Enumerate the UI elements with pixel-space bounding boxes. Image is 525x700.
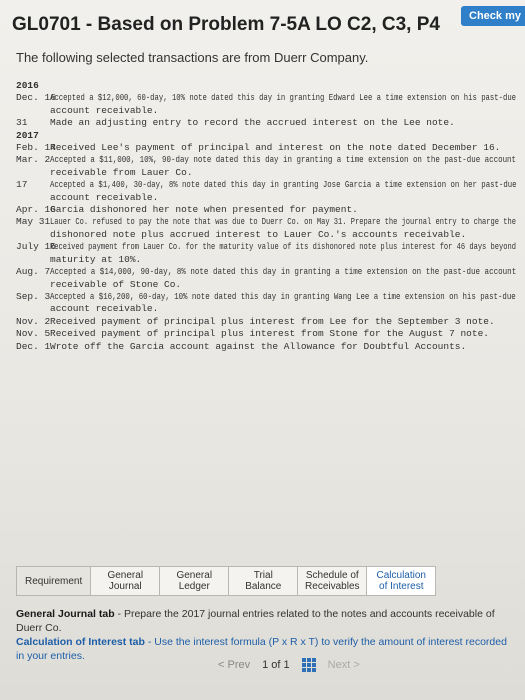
requirement-tabs: Requirement General Journal General Ledger… (16, 566, 437, 596)
pagination: < Prev 1 of 1 Next > (218, 658, 360, 672)
transaction-date: 2016 (16, 80, 39, 91)
transaction-row: receivable from Lauer Co. (16, 167, 516, 179)
intro-text: The following selected transactions are … (16, 50, 369, 65)
transaction-date (16, 279, 50, 291)
transaction-text: Accepted a $14,000, 90-day, 8% note date… (50, 266, 517, 278)
transaction-text: Made an adjusting entry to record the ac… (50, 117, 455, 129)
grid-icon[interactable] (301, 658, 316, 672)
instruction-journal: General Journal tab - Prepare the 2017 j… (16, 608, 495, 634)
assignment-sheet: Check my GL0701 - Based on Problem 7-5A … (0, 0, 525, 700)
transaction-row: Aug. 7 Accepted a $14,000, 90-day, 8% not… (16, 266, 516, 278)
transaction-date (16, 303, 50, 315)
transaction-date: July 16 (16, 241, 56, 253)
year-heading: 2016 (16, 80, 516, 92)
transaction-row: 17 Accepted a $1,400, 30-day, 8% note dat… (16, 179, 517, 191)
transaction-date: Apr. 16 (16, 204, 56, 216)
transaction-row: Dec. 16 Accepted a $12,000, 60-day, 10% n… (16, 92, 516, 104)
tab-schedule-of-receivables[interactable]: Schedule of Receivables (298, 567, 368, 595)
tab-general-journal[interactable]: General Journal (91, 567, 161, 595)
transaction-row: dishonored note plus accrued interest to… (16, 229, 516, 241)
transaction-row: 31 Made an adjusting entry to record the … (16, 117, 516, 129)
transaction-text: Accepted a $16,200, 60-day, 10% note dat… (50, 290, 516, 302)
transaction-row: Nov. 5 Received payment of principal plus… (16, 328, 516, 340)
transaction-text: Received payment of principal plus inter… (50, 328, 489, 340)
page-indicator: 1 of 1 (262, 659, 290, 671)
transaction-list: 2016 Dec. 16 Accepted a $12,000, 60-day, 1… (16, 80, 517, 353)
transaction-text: receivable of Stone Co. (50, 278, 182, 290)
transaction-text: Received Lee's payment of principal and … (50, 142, 501, 154)
transaction-row: May 31 Lauer Co. refused to pay the note … (16, 216, 516, 228)
transaction-date (16, 192, 50, 204)
tab-trial-balance[interactable]: Trial Balance (229, 567, 299, 595)
transaction-row: Dec. 1 Wrote off the Garcia account again… (16, 341, 516, 353)
tab-calculation-of-interest[interactable]: Calculation of Interest (367, 567, 436, 595)
transaction-row: Nov. 2 Received payment of principal plus… (16, 316, 516, 328)
transaction-row: account receivable. (16, 192, 516, 204)
tab-general-ledger[interactable]: General Ledger (160, 567, 230, 595)
transaction-date: Dec. 16 (16, 92, 56, 104)
transaction-text: Accepted a $1,400, 30-day, 8% note dated… (50, 179, 517, 191)
transaction-text: Accepted a $11,000, 10%, 90-day note dat… (50, 154, 517, 166)
transaction-date: Nov. 2 (16, 315, 51, 327)
instructions: General Journal tab - Prepare the 2017 j… (16, 607, 516, 663)
transaction-row: maturity at 10%. (16, 254, 516, 266)
transaction-text: Received payment of principal plus inter… (50, 315, 495, 327)
transaction-text: Wrote off the Garcia account against the… (50, 340, 467, 352)
transaction-date: Sep. 3 (16, 290, 51, 302)
transaction-text: Garcia dishonored her note when presente… (50, 204, 358, 216)
transaction-row: account receivable. (16, 303, 516, 315)
transaction-row: July 16 Received payment from Lauer Co. f… (16, 241, 516, 253)
transaction-text: account receivable. (50, 303, 159, 315)
transaction-date: Nov. 5 (16, 328, 51, 340)
transaction-text: maturity at 10%. (50, 253, 142, 265)
transaction-date: May 31 (16, 216, 51, 228)
transaction-date: 17 (16, 179, 28, 191)
transaction-text: account receivable. (50, 191, 159, 203)
tab-requirement[interactable]: Requirement (17, 567, 92, 595)
transaction-date: 2017 (16, 129, 39, 141)
transaction-text: Lauer Co. refused to pay the note that w… (50, 216, 516, 228)
transaction-row: Mar. 2 Accepted a $11,000, 10%, 90-day no… (16, 154, 516, 166)
transaction-row: Sep. 3 Accepted a $16,200, 60-day, 10% no… (16, 291, 516, 303)
transaction-text: receivable from Lauer Co. (50, 166, 193, 178)
transaction-date (16, 167, 50, 179)
transaction-date: Mar. 2 (16, 154, 51, 166)
transaction-date (16, 254, 50, 266)
transaction-text: account receivable. (50, 104, 159, 116)
transaction-row: receivable of Stone Co. (16, 279, 516, 291)
transaction-date: 31 (16, 117, 28, 129)
transaction-text: Received payment from Lauer Co. for the … (50, 241, 516, 253)
check-my-work-button[interactable]: Check my (461, 6, 525, 26)
transaction-date: Dec. 1 (16, 340, 51, 352)
next-button[interactable]: Next > (328, 659, 360, 671)
transaction-row: account receivable. (16, 105, 516, 117)
transaction-date (16, 105, 50, 117)
prev-button[interactable]: < Prev (218, 659, 250, 671)
page-title: GL0701 - Based on Problem 7-5A LO C2, C3… (12, 14, 440, 35)
transaction-row: Apr. 16 Garcia dishonored her note when p… (16, 204, 516, 216)
transaction-date: Aug. 7 (16, 266, 51, 278)
transaction-text: Accepted a $12,000, 60-day, 10% note dat… (50, 92, 517, 104)
transaction-row: Feb. 14 Received Lee's payment of princip… (16, 142, 516, 154)
transaction-text: dishonored note plus accrued interest to… (50, 228, 467, 240)
transaction-date: Feb. 14 (16, 142, 56, 154)
transaction-date (16, 229, 50, 241)
year-heading: 2017 (16, 130, 516, 142)
